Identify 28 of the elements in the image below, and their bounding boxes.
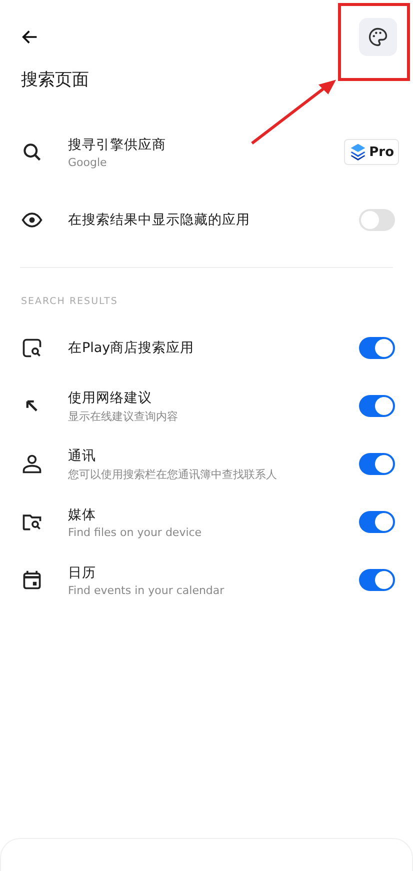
page-title: 搜索页面 [21,69,90,91]
setting-title: 在搜索结果中显示隐藏的应用 [68,211,251,229]
setting-title: 使用网络建议 [68,388,153,406]
setting-description: 您可以使用搜索栏在您通讯簿中查找联系人 [68,466,278,482]
toggle-switch[interactable] [359,337,395,359]
pro-badge[interactable]: Pro [344,139,399,165]
setting-description: Find files on your device [68,526,203,538]
setting-description: Find events in your calendar [68,584,226,596]
setting-title: 媒体 [68,506,97,524]
toggle-switch[interactable] [359,209,395,231]
app-search-icon [21,337,43,359]
search-icon [21,141,43,163]
layers-icon [349,143,368,161]
toggle-switch[interactable] [359,453,395,475]
setting-title: 在Play商店搜索应用 [68,339,196,357]
calendar-icon [21,569,43,591]
section-header: SEARCH RESULTS [21,296,119,307]
setting-title: 通讯 [68,446,97,464]
setting-title: 日历 [68,564,97,582]
palette-icon [367,26,389,48]
person-icon [21,453,43,475]
toggle-switch[interactable] [359,511,395,533]
setting-description: Google [68,156,108,168]
setting-title: 搜寻引擎供应商 [68,136,167,154]
setting-description: 显示在线建议查询内容 [68,408,179,424]
theme-button[interactable] [359,18,397,56]
toggle-switch[interactable] [359,395,395,417]
toggle-switch[interactable] [359,569,395,591]
